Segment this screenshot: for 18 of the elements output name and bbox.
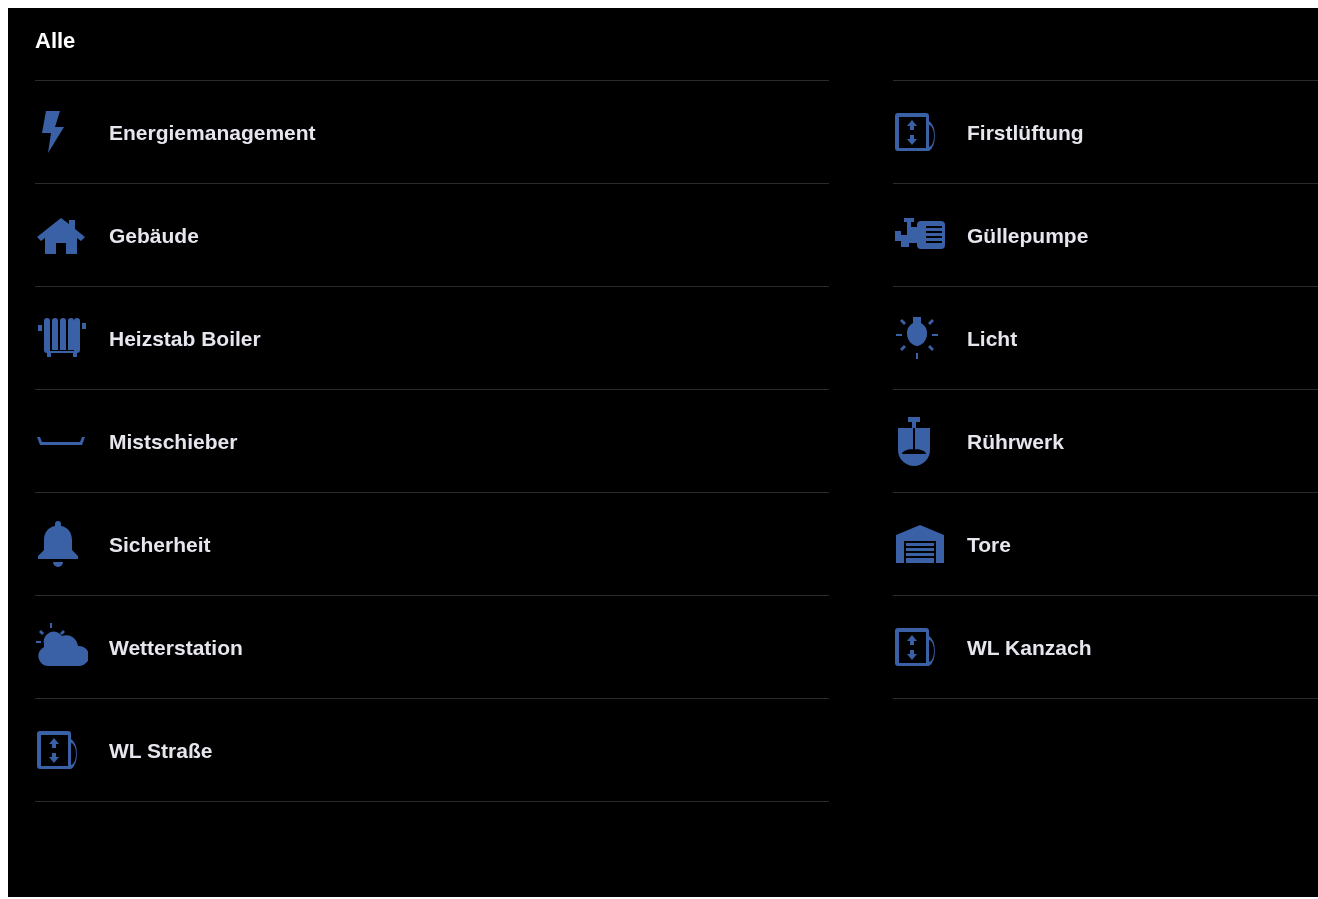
category-link[interactable]: WL Kanzach	[967, 631, 1092, 664]
category-link[interactable]: WL Straße	[109, 734, 213, 767]
category-link[interactable]: Firstlüftung	[967, 116, 1084, 149]
category-link[interactable]: Energiemanagement	[109, 116, 316, 149]
category-link[interactable]: Sicherheit	[109, 528, 211, 561]
bell-icon	[36, 520, 80, 569]
house-icon	[36, 215, 86, 256]
radiator-icon	[36, 317, 88, 360]
category-link[interactable]: Heizstab Boiler	[109, 322, 261, 355]
garage-icon	[894, 524, 946, 565]
category-link[interactable]: Licht	[967, 322, 1018, 355]
category-link[interactable]: Gebäude	[109, 219, 199, 252]
category-link[interactable]: Tore	[967, 528, 1011, 561]
category-link[interactable]: Güllepumpe	[967, 219, 1089, 252]
category-link[interactable]: Mistschieber	[109, 425, 238, 458]
category-link[interactable]: Rührwerk	[967, 425, 1064, 458]
category-link[interactable]: Wetterstation	[109, 631, 243, 664]
section-title: Alle	[35, 28, 77, 55]
